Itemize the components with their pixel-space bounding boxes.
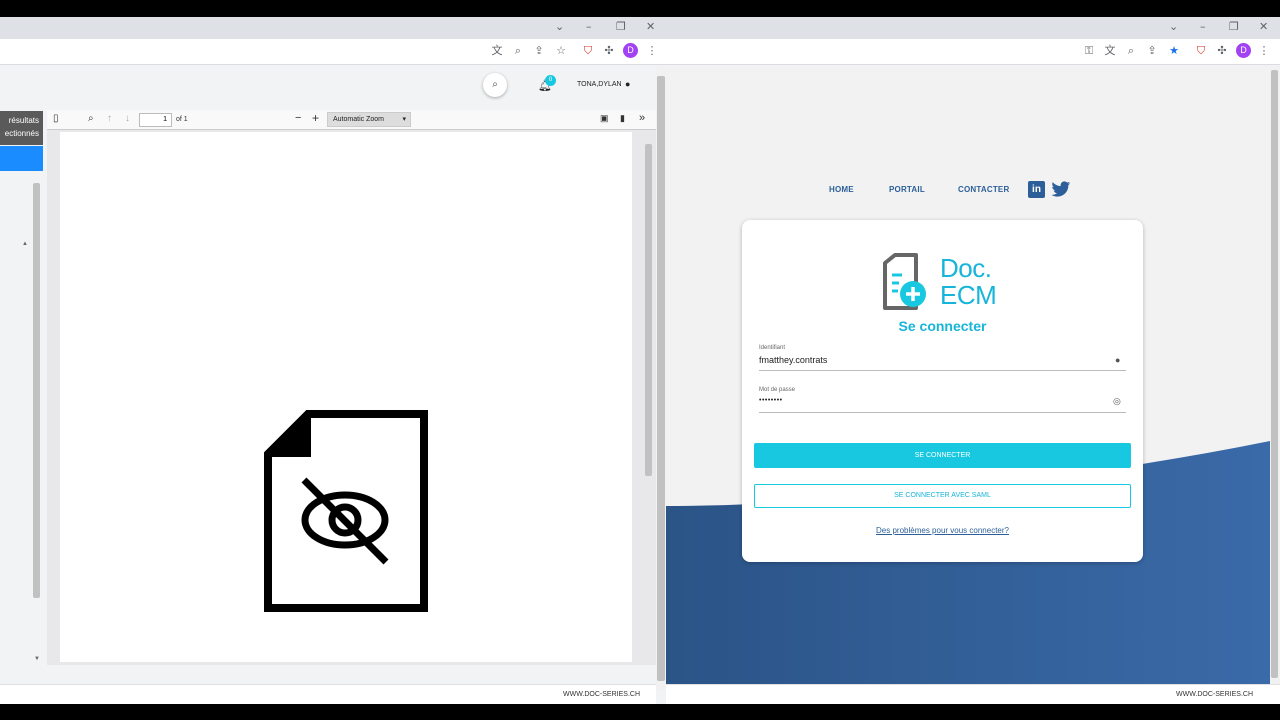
nav-home[interactable]: HOME xyxy=(829,185,854,194)
password-input[interactable]: •••••••• xyxy=(759,397,783,404)
right-footer: WWW.DOC-SERIES.CH xyxy=(666,684,1280,704)
login-button[interactable]: SE CONNECTER xyxy=(754,443,1131,468)
login-card: Doc. ECM Se connecter Identifiant fmatth… xyxy=(742,220,1143,562)
browser-toolbar: 文 ⌕ ⇪ ☆ ⛉ ✣ D ⋮ xyxy=(0,39,666,65)
restore-icon[interactable]: ❐ xyxy=(1229,20,1239,33)
visibility-off-icon[interactable]: ◎ xyxy=(1113,396,1121,407)
nav-portail[interactable]: PORTAIL xyxy=(889,185,925,194)
puzzle-icon[interactable]: ✣ xyxy=(1215,44,1229,58)
translate-icon[interactable]: 文 xyxy=(1103,44,1117,58)
presentation-mode-icon[interactable]: ▣ xyxy=(600,113,609,124)
title-bar: ⌄ – ❐ ✕ xyxy=(0,17,666,39)
user-name[interactable]: TONA,DYLAN xyxy=(577,81,622,88)
page-scrollbar-track xyxy=(1270,66,1280,684)
close-icon[interactable]: ✕ xyxy=(1259,20,1268,33)
pdf-scrollbar[interactable] xyxy=(645,144,652,476)
minimize-icon[interactable]: – xyxy=(1200,20,1206,33)
title-bar: ⌄ – ❐ ✕ xyxy=(666,17,1280,39)
profile-avatar[interactable]: D xyxy=(623,43,638,58)
twitter-icon[interactable] xyxy=(1051,181,1071,198)
password-underline xyxy=(759,412,1126,413)
pdf-toolbar: ▯ ⌕ ↑ ↓ 1 of 1 − + Automatic Zoom ▾ ▣ ▮ … xyxy=(47,110,656,130)
footer-site-link[interactable]: WWW.DOC-SERIES.CH xyxy=(1176,691,1253,698)
close-icon[interactable]: ✕ xyxy=(646,20,655,33)
share-icon[interactable]: ⇪ xyxy=(1145,44,1159,58)
next-page-icon[interactable]: ↓ xyxy=(125,113,130,124)
zoom-select-value: Automatic Zoom xyxy=(333,116,384,123)
user-icon[interactable]: ● xyxy=(625,79,630,89)
footer-site-link[interactable]: WWW.DOC-SERIES.CH xyxy=(563,691,640,698)
kebab-menu-icon[interactable]: ⋮ xyxy=(1257,44,1271,58)
bookmark-star-icon[interactable]: ☆ xyxy=(554,44,568,58)
zoom-in-icon[interactable]: + xyxy=(312,111,319,125)
bookmark-star-icon[interactable]: ★ xyxy=(1167,44,1181,58)
results-tooltip: résultats ectionnés xyxy=(0,111,43,145)
browser-toolbar: ⚿ 文 ⌕ ⇪ ★ ⛉ ✣ D ⋮ xyxy=(666,39,1280,65)
user-icon: ● xyxy=(1115,355,1121,365)
page-scrollbar[interactable] xyxy=(1271,70,1278,678)
scroll-down-icon[interactable]: ▼ xyxy=(34,656,40,662)
notification-badge: 0 xyxy=(545,75,556,86)
profile-avatar[interactable]: D xyxy=(1236,43,1251,58)
find-icon[interactable]: ⌕ xyxy=(88,113,94,124)
page-scrollbar-track xyxy=(656,66,666,690)
tools-menu-icon[interactable]: » xyxy=(639,112,645,124)
extension-shield-icon[interactable]: ⛉ xyxy=(581,44,595,58)
restore-icon[interactable]: ❐ xyxy=(616,20,626,33)
pdf-page xyxy=(60,132,632,662)
password-label: Mot de passe xyxy=(759,387,796,393)
page-count: of 1 xyxy=(176,116,188,123)
sidebar-active-item[interactable] xyxy=(0,146,43,171)
chevron-down-icon: ▾ xyxy=(402,116,406,123)
no-preview-document-icon xyxy=(264,410,428,612)
results-line1: résultats xyxy=(8,116,39,125)
identifiant-label: Identifiant xyxy=(759,345,786,351)
zoom-out-icon[interactable]: − xyxy=(295,112,301,124)
minimize-icon[interactable]: – xyxy=(586,20,592,33)
sidebar-scrollbar[interactable] xyxy=(33,183,40,598)
pdf-viewer-area xyxy=(47,130,656,665)
chevron-down-icon[interactable]: ⌄ xyxy=(555,20,564,33)
chevron-down-icon[interactable]: ⌄ xyxy=(1169,20,1178,33)
login-title: Se connecter xyxy=(898,318,987,334)
doc-ecm-logo-icon xyxy=(883,253,926,310)
key-icon[interactable]: ⚿ xyxy=(1082,44,1096,58)
login-help-link[interactable]: Des problèmes pour vous connecter? xyxy=(742,526,1143,535)
search-icon[interactable]: ⌕ xyxy=(483,73,507,97)
identifiant-underline xyxy=(759,370,1126,371)
puzzle-icon[interactable]: ✣ xyxy=(602,44,616,58)
share-icon[interactable]: ⇪ xyxy=(532,44,546,58)
zoom-select[interactable]: Automatic Zoom ▾ xyxy=(327,112,411,127)
translate-icon[interactable]: 文 xyxy=(490,44,504,58)
app-header: ⌕ 🔔︎ 0 TONA,DYLAN ● xyxy=(0,66,656,112)
bookmark-icon[interactable]: ▮ xyxy=(620,113,625,124)
saml-login-button[interactable]: SE CONNECTER AVEC SAML xyxy=(754,484,1131,508)
logo-text-line1: Doc. xyxy=(940,253,992,283)
extension-shield-icon[interactable]: ⛉ xyxy=(1194,44,1208,58)
scroll-up-icon[interactable]: ▲ xyxy=(22,241,28,247)
sidebar-toggle-icon[interactable]: ▯ xyxy=(53,113,59,124)
previous-page-icon[interactable]: ↑ xyxy=(107,113,112,124)
kebab-menu-icon[interactable]: ⋮ xyxy=(645,44,659,58)
logo-text-line2: ECM xyxy=(940,280,997,310)
zoom-icon[interactable]: ⌕ xyxy=(511,44,525,58)
results-line2: ectionnés xyxy=(4,129,39,138)
page-number-input[interactable]: 1 xyxy=(139,113,172,127)
page-scrollbar[interactable] xyxy=(657,76,665,681)
left-footer: WWW.DOC-SERIES.CH xyxy=(0,684,656,704)
linkedin-icon[interactable]: in xyxy=(1028,181,1045,198)
identifiant-input[interactable]: fmatthey.contrats xyxy=(759,355,827,365)
nav-contacter[interactable]: CONTACTER xyxy=(958,185,1009,194)
zoom-icon[interactable]: ⌕ xyxy=(1124,44,1138,58)
